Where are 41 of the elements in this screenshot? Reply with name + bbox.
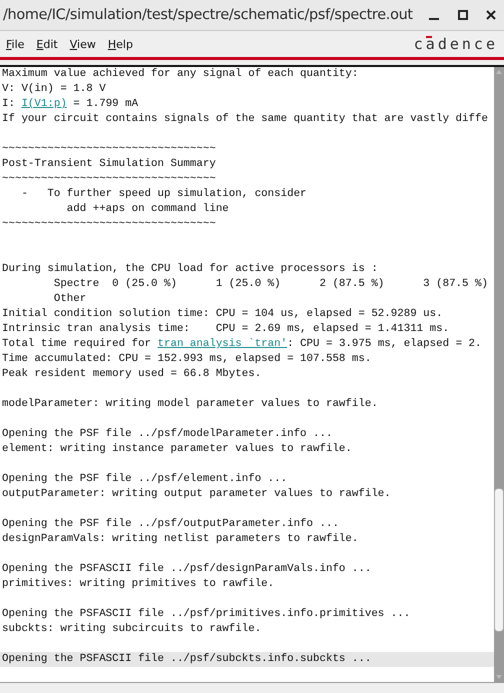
log-line: add ++aps on command line <box>66 202 230 217</box>
log-line: Spectre 0 (25.0 %) 1 (25.0 %) 2 (87.5 %) 3 (87.5 %) <box>52 277 489 292</box>
log-line: element: writing instance parameter values to rawfile. <box>1 442 353 457</box>
log-line: Time accumulated: CPU = 152.993 ms, elapsed = 107.558 ms. <box>1 352 372 367</box>
menu-item[interactable]: Help <box>108 38 133 50</box>
log-line: Other <box>52 292 88 307</box>
log-link[interactable]: tran analysis `tran' <box>158 338 288 350</box>
log-line: Opening the PSF file ../psf/modelParameter.info ... <box>1 427 334 442</box>
log-line: Initial condition solution time: CPU = 104 us, elapsed = 52.9289 us. <box>1 307 444 322</box>
maximize-icon[interactable] <box>458 10 468 20</box>
log-line: Maximum value achieved for any signal of each quantity: <box>1 67 360 82</box>
menu-item[interactable]: File <box>6 38 24 50</box>
log-line: ~~~~~~~~~~~~~~~~~~~~~~~~~~~~~~~~~ <box>1 217 217 232</box>
log-line: ~~~~~~~~~~~~~~~~~~~~~~~~~~~~~~~~~ <box>1 172 217 187</box>
log-line: Opening the PSFASCII file ../psf/primitives.info.primitives ... <box>1 607 412 622</box>
log-line: Intrinsic tran analysis time: CPU = 2.69 ms, elapsed = 1.41311 ms. <box>1 322 450 337</box>
log-line: - To further speed up simulation, consider <box>20 187 308 202</box>
close-icon[interactable] <box>486 10 496 20</box>
log-line: Total time required for tran analysis `tran': CPU = 3.975 ms, elapsed = 2. <box>1 337 482 352</box>
log-line: If your circuit contains signals of the same quantity that are vastly diffe <box>1 112 489 127</box>
log-line: Opening the PSF file ../psf/outputParameter.info ... <box>1 517 340 532</box>
log-line: Peak resident memory used = 66.8 Mbytes. <box>1 367 262 382</box>
log-line: modelParameter: writing model parameter values to rawfile. <box>1 397 379 412</box>
log-line: primitives: writing primitives to rawfile. <box>1 577 276 592</box>
menu-item[interactable]: Edit <box>36 38 58 50</box>
log-line: I: I(V1:p) = 1.799 mA <box>1 97 140 112</box>
logo: cadence <box>414 35 498 53</box>
log-line: ~~~~~~~~~~~~~~~~~~~~~~~~~~~~~~~~~ <box>1 142 217 157</box>
log-line: Post-Transient Simulation Summary <box>1 157 217 172</box>
log-line: outputParameter: writing output parameter values to rawfile. <box>1 487 392 502</box>
log-line: designParamVals: writing netlist parameters to rawfile. <box>1 532 360 547</box>
log-line: subckts: writing subcircuits to rawfile. <box>1 622 262 637</box>
log-line: During simulation, the CPU load for active processors is : <box>1 262 379 277</box>
scrollbar[interactable] <box>494 67 504 682</box>
log-line: Opening the PSFASCII file ../psf/designParamVals.info ... <box>1 562 372 577</box>
log-line: V: V(in) = 1.8 V <box>1 82 107 97</box>
menu-item[interactable]: View <box>70 38 96 50</box>
log-line: Opening the PSF file ../psf/element.info ... <box>1 472 288 487</box>
log-link[interactable]: I(V1:p) <box>21 98 67 110</box>
window-title: /home/IC/simulation/test/spectre/schematic/psf/spectre.out <box>3 7 413 23</box>
scrollbar-thumb[interactable] <box>494 488 504 632</box>
